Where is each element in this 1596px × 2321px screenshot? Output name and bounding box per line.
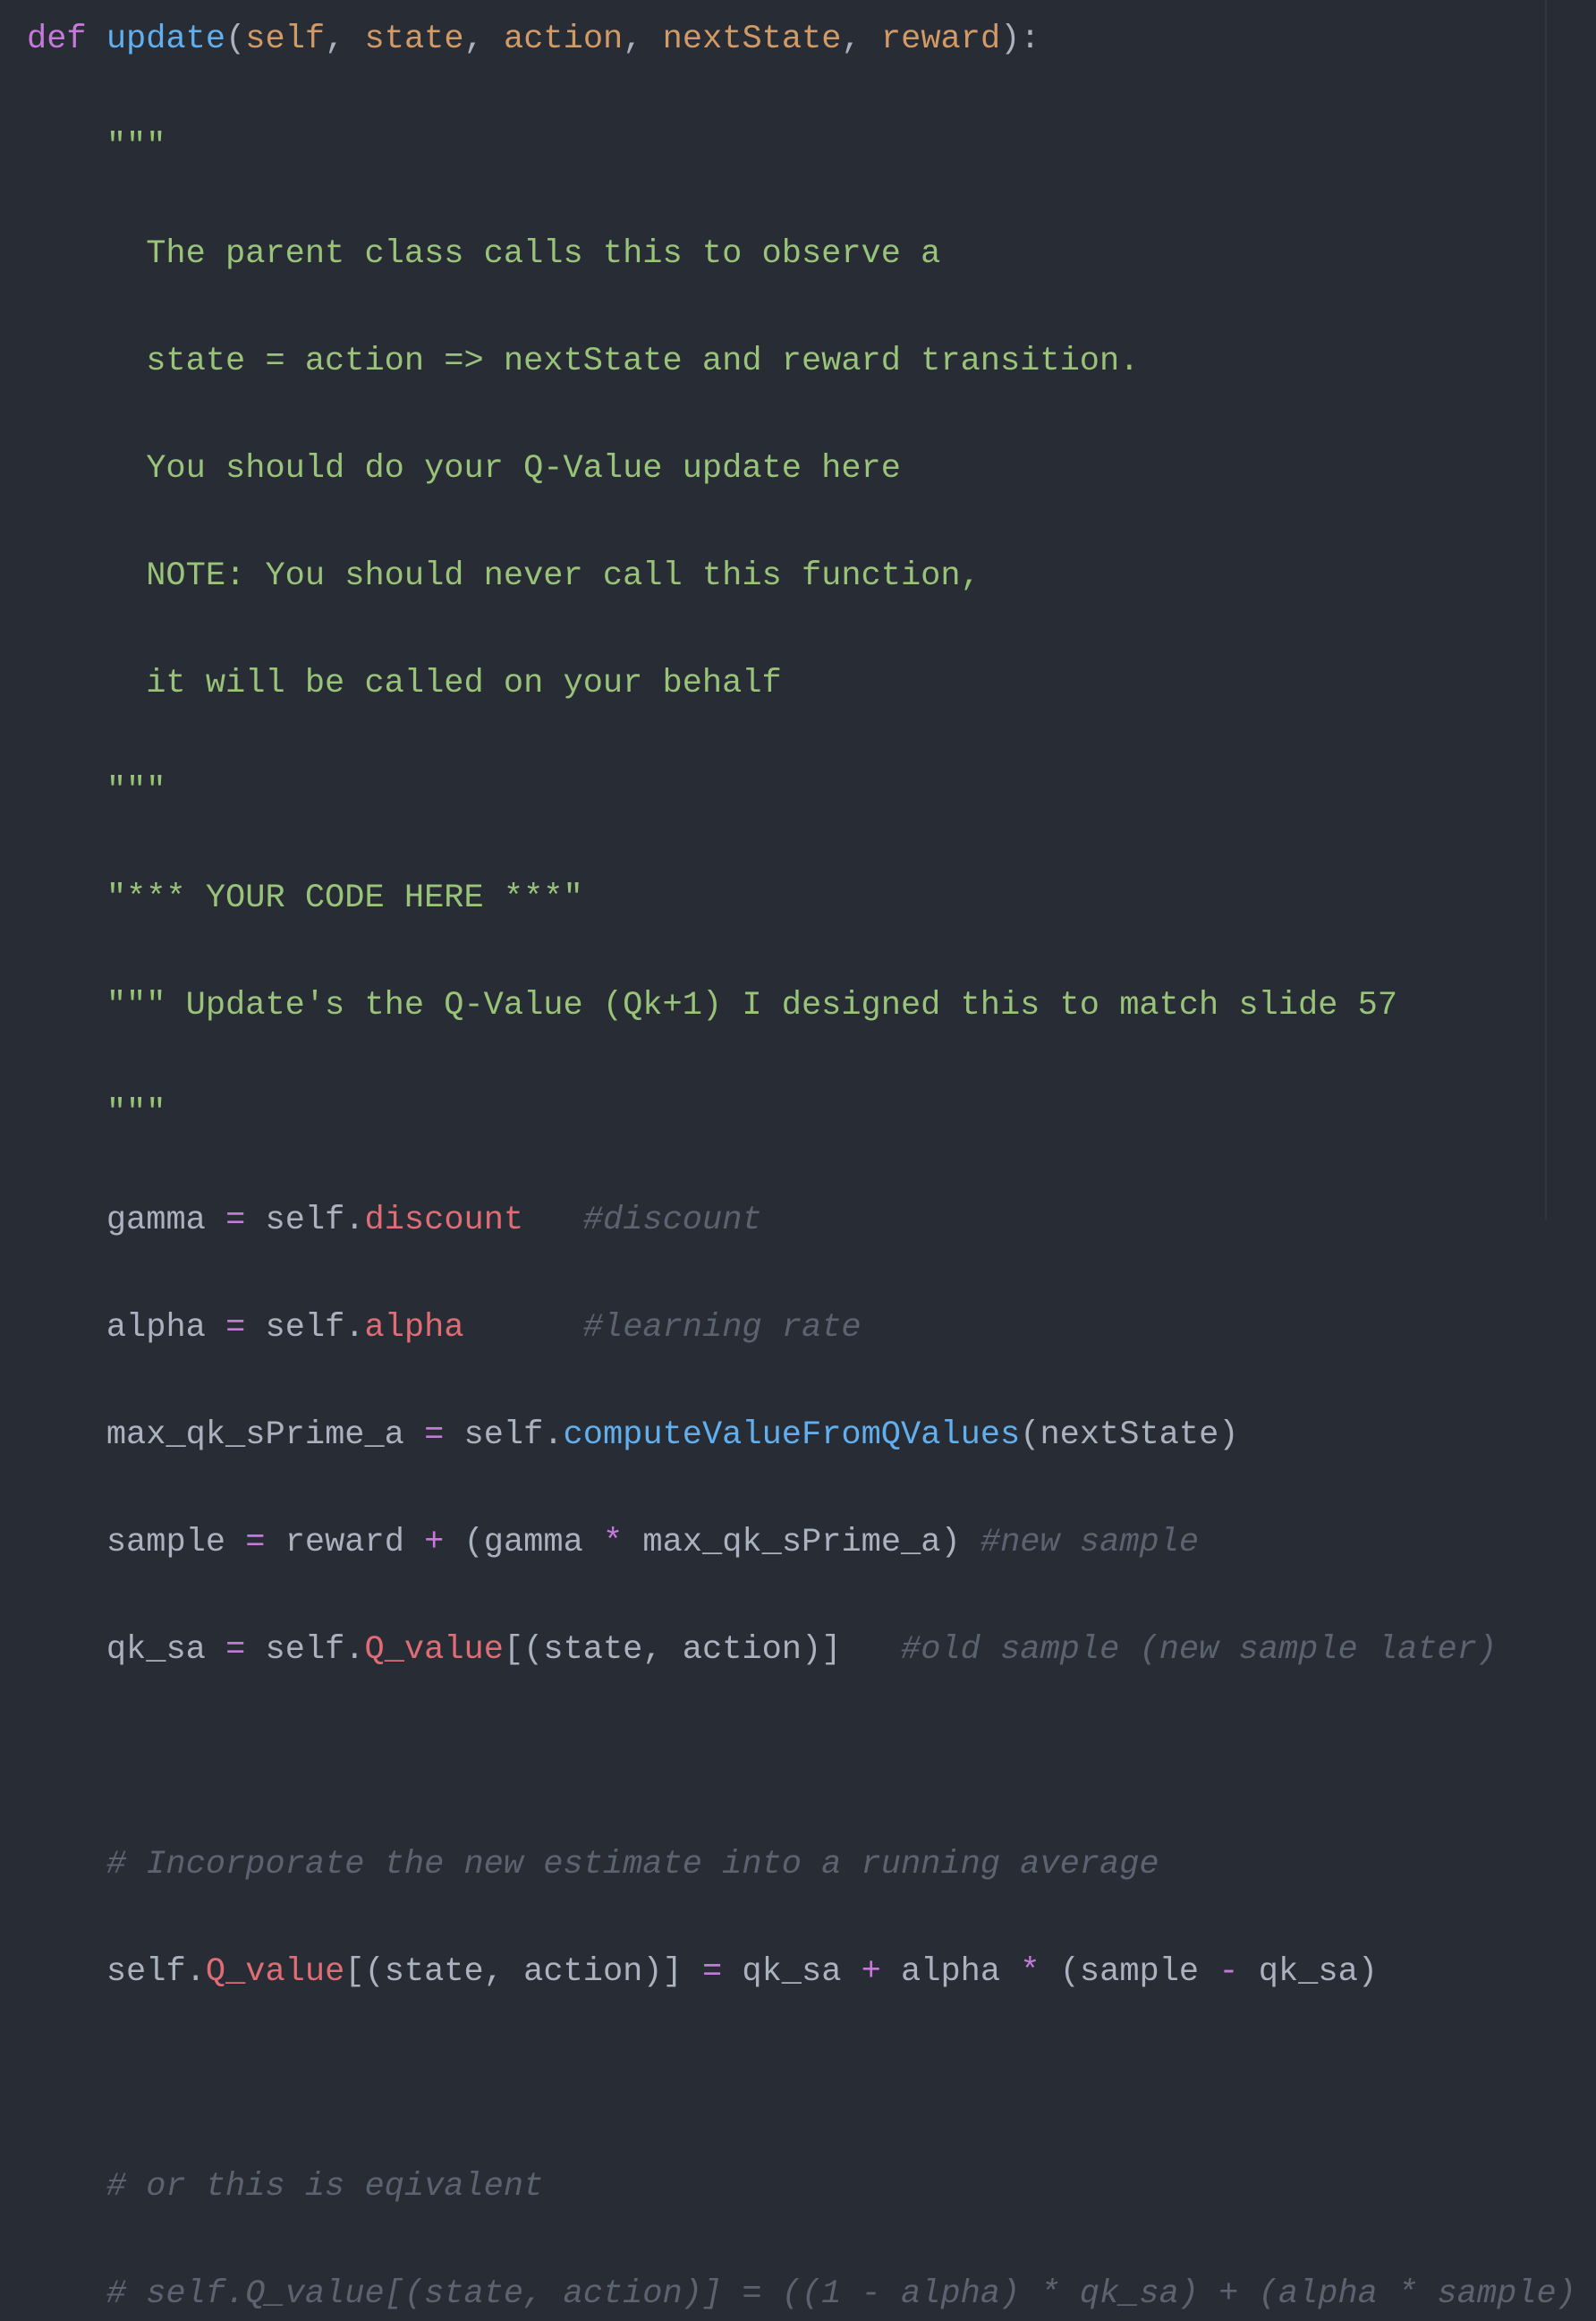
docstring-open: """ [27, 128, 166, 166]
your-code-string: "*** YOUR CODE HERE ***" [27, 880, 583, 917]
attr-q-value: Q_value [364, 1631, 504, 1669]
comment-running-average: # Incorporate the new estimate into a ru… [27, 1846, 1159, 1883]
multiply-op: * [1000, 1953, 1060, 1991]
plus-op: + [841, 1953, 902, 1991]
comma: , [623, 21, 663, 58]
index-args: [(state, action)] [344, 1953, 683, 1991]
close-paren: ): [1000, 21, 1040, 58]
pad [841, 1631, 901, 1669]
comment-discount: #discount [582, 1202, 762, 1239]
term-sample: (sample [1059, 1953, 1200, 1991]
function-name: update [106, 21, 226, 58]
pad [961, 1524, 981, 1561]
docstring-close: """ [27, 772, 166, 810]
update-docstring: """ Update's the Q-Value (Qk+1) I design… [27, 987, 1398, 1024]
pad [464, 1309, 583, 1347]
docstring-line-4: NOTE: You should never call this functio… [27, 557, 981, 595]
var-alpha: alpha [106, 1309, 206, 1347]
docstring-line-3: You should do your Q-Value update here [27, 450, 901, 488]
term-qk-sa: qk_sa [742, 1953, 842, 1991]
comment-equivalent: # or this is eqivalent [27, 2168, 544, 2206]
code-line-alpha: alpha = self.alpha #learning rate [27, 1301, 1576, 1355]
assign-op: = [225, 1524, 285, 1561]
docstring-line-5: it will be called on your behalf [27, 665, 782, 702]
var-gamma: gamma [106, 1202, 206, 1239]
method-compute-value: computeValueFromQValues [563, 1416, 1021, 1454]
plus-op: + [403, 1524, 464, 1561]
var-max-qk: max_qk_sPrime_a [106, 1416, 404, 1454]
term-max-qk: max_qk_sPrime_a) [642, 1524, 961, 1561]
assign-op: = [205, 1631, 266, 1669]
comma: , [841, 21, 881, 58]
term-gamma: (gamma [463, 1524, 583, 1561]
code-line-gamma: gamma = self.discount #discount [27, 1194, 1576, 1247]
self-ref: self. [265, 1631, 365, 1669]
def-keyword: def [27, 21, 87, 58]
var-sample: sample [106, 1524, 226, 1561]
code-block[interactable]: def update(self, state, action, nextStat… [27, 13, 1576, 2321]
assign-op: = [205, 1309, 266, 1347]
pad [523, 1202, 583, 1239]
term-qk-sa-close: qk_sa) [1258, 1953, 1378, 1991]
call-args: (nextState) [1020, 1416, 1239, 1454]
code-line-qk: qk_sa = self.Q_value[(state, action)] #o… [27, 1623, 1576, 1677]
comment-old-sample: #old sample (new sample later) [901, 1631, 1498, 1669]
docstring-line-1: The parent class calls this to observe a [27, 235, 941, 273]
self-ref: self. [265, 1202, 365, 1239]
comma: , [325, 21, 365, 58]
attr-q-value: Q_value [205, 1953, 345, 1991]
open-paren: ( [225, 21, 246, 58]
param-state: state [364, 21, 464, 58]
comment-new-sample: #new sample [980, 1524, 1200, 1561]
self-ref: self. [463, 1416, 564, 1454]
update-docstring-close: """ [27, 1094, 166, 1132]
var-qk-sa: qk_sa [106, 1631, 206, 1669]
code-line-assign: self.Q_value[(state, action)] = qk_sa + … [27, 1945, 1576, 1999]
term-alpha: alpha [901, 1953, 1001, 1991]
self-ref: self. [106, 1953, 206, 1991]
docstring-line-2: state = action => nextState and reward t… [27, 343, 1140, 380]
index-args: [(state, action)] [503, 1631, 842, 1669]
attr-alpha: alpha [364, 1309, 464, 1347]
assign-op: = [682, 1953, 743, 1991]
param-self: self [245, 21, 326, 58]
attr-discount: discount [364, 1202, 524, 1239]
multiply-op: * [582, 1524, 643, 1561]
term-reward: reward [284, 1524, 404, 1561]
code-editor[interactable]: def update(self, state, action, nextStat… [0, 0, 1596, 2313]
assign-op: = [205, 1202, 266, 1239]
param-nextstate: nextState [662, 21, 842, 58]
param-action: action [504, 21, 624, 58]
code-line-def: def update(self, state, action, nextStat… [27, 13, 1576, 66]
self-ref: self. [265, 1309, 365, 1347]
comment-learning-rate: #learning rate [582, 1309, 862, 1347]
comma: , [463, 21, 504, 58]
code-line-sample: sample = reward + (gamma * max_qk_sPrime… [27, 1516, 1576, 1569]
assign-op: = [403, 1416, 464, 1454]
comment-alternative-formula: # self.Q_value[(state, action)] = ((1 - … [27, 2275, 1576, 2313]
code-line-maxq: max_qk_sPrime_a = self.computeValueFromQ… [27, 1408, 1576, 1462]
minus-op: - [1199, 1953, 1259, 1991]
param-reward: reward [880, 21, 1001, 58]
